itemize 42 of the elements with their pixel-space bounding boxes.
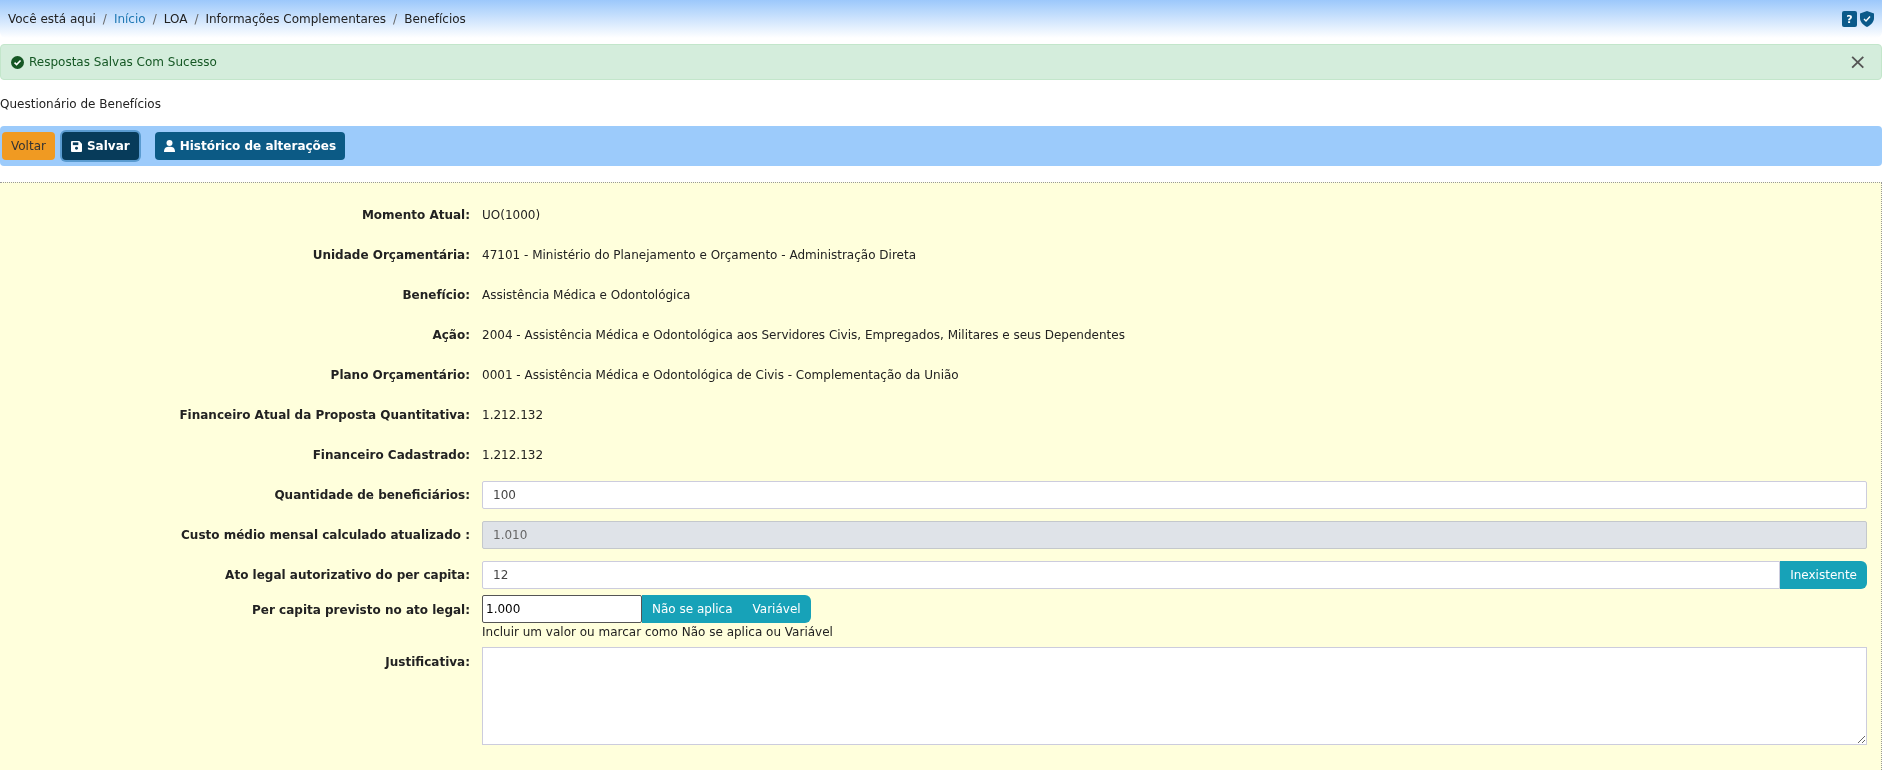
check-circle-icon	[11, 55, 24, 69]
text-field[interactable]: 12	[482, 561, 1781, 589]
breadcrumb-separator: /	[102, 12, 107, 26]
field-label: Plano Orçamentário:	[329, 368, 470, 382]
field-label: Financeiro Cadastrado:	[311, 448, 470, 462]
field-label: Ato legal autorizativo do per capita:	[224, 568, 470, 582]
field-label: Benefício:	[401, 288, 470, 302]
breadcrumb-prefix: Você está aqui	[8, 12, 96, 26]
breadcrumb-separator: /	[194, 12, 199, 26]
field-label: Momento Atual:	[360, 208, 470, 222]
field-label: Financeiro Atual da Proposta Quantitativa:	[178, 408, 470, 422]
toolbar-button[interactable]: Voltar	[2, 132, 55, 160]
field-value: 0001 - Assistência Médica e Odontológica de Civis - Complementação da União	[482, 368, 960, 382]
alert-message: Respostas Salvas Com Sucesso	[29, 55, 217, 69]
field-label: Custo médio mensal calculado atualizado :	[180, 528, 470, 542]
field-value: Assistência Médica e Odontológica	[482, 288, 692, 302]
help-icon[interactable]: ?	[1842, 11, 1857, 27]
field-label: Justificativa:	[383, 654, 470, 669]
toolbar-button[interactable]: Histórico de alterações	[154, 132, 346, 160]
breadcrumb-item: LOA	[163, 12, 188, 26]
field-label: Ação:	[431, 328, 470, 342]
field-value: UO(1000)	[482, 208, 542, 222]
field-label: Unidade Orçamentária:	[311, 248, 470, 262]
field-value: 1.212.132	[482, 448, 545, 462]
user-icon	[163, 140, 175, 152]
field-label: Quantidade de beneficiários:	[273, 488, 470, 502]
help-text: Incluir um valor ou marcar como Não se aplica ou Variável	[482, 625, 834, 639]
close-button[interactable]: ×	[1844, 51, 1871, 73]
text-field[interactable]: 1.000	[482, 595, 642, 623]
field-label: Per capita previsto no ato legal:	[251, 602, 470, 617]
toolbar-button[interactable]: Salvar	[61, 132, 139, 160]
breadcrumb-item: Informações Complementares	[205, 12, 387, 26]
page-title: Questionário de Benefícios	[0, 97, 161, 111]
field-value: 1.212.132	[482, 408, 545, 422]
breadcrumb-link[interactable]: Início	[113, 12, 146, 26]
breadcrumb-separator: /	[152, 12, 157, 26]
breadcrumb-separator: /	[393, 12, 398, 26]
field-value: 2004 - Assistência Médica e Odontológica aos Servidores Civis, Empregados, Militares e seus Dependentes	[482, 328, 1126, 342]
shield-check-icon[interactable]	[1860, 11, 1874, 27]
field-value: 47101 - Ministério do Planejamento e Orçamento - Administração Direta	[482, 248, 917, 262]
text-field[interactable]: 100	[482, 481, 1867, 509]
breadcrumb-item: Benefícios	[404, 12, 466, 26]
